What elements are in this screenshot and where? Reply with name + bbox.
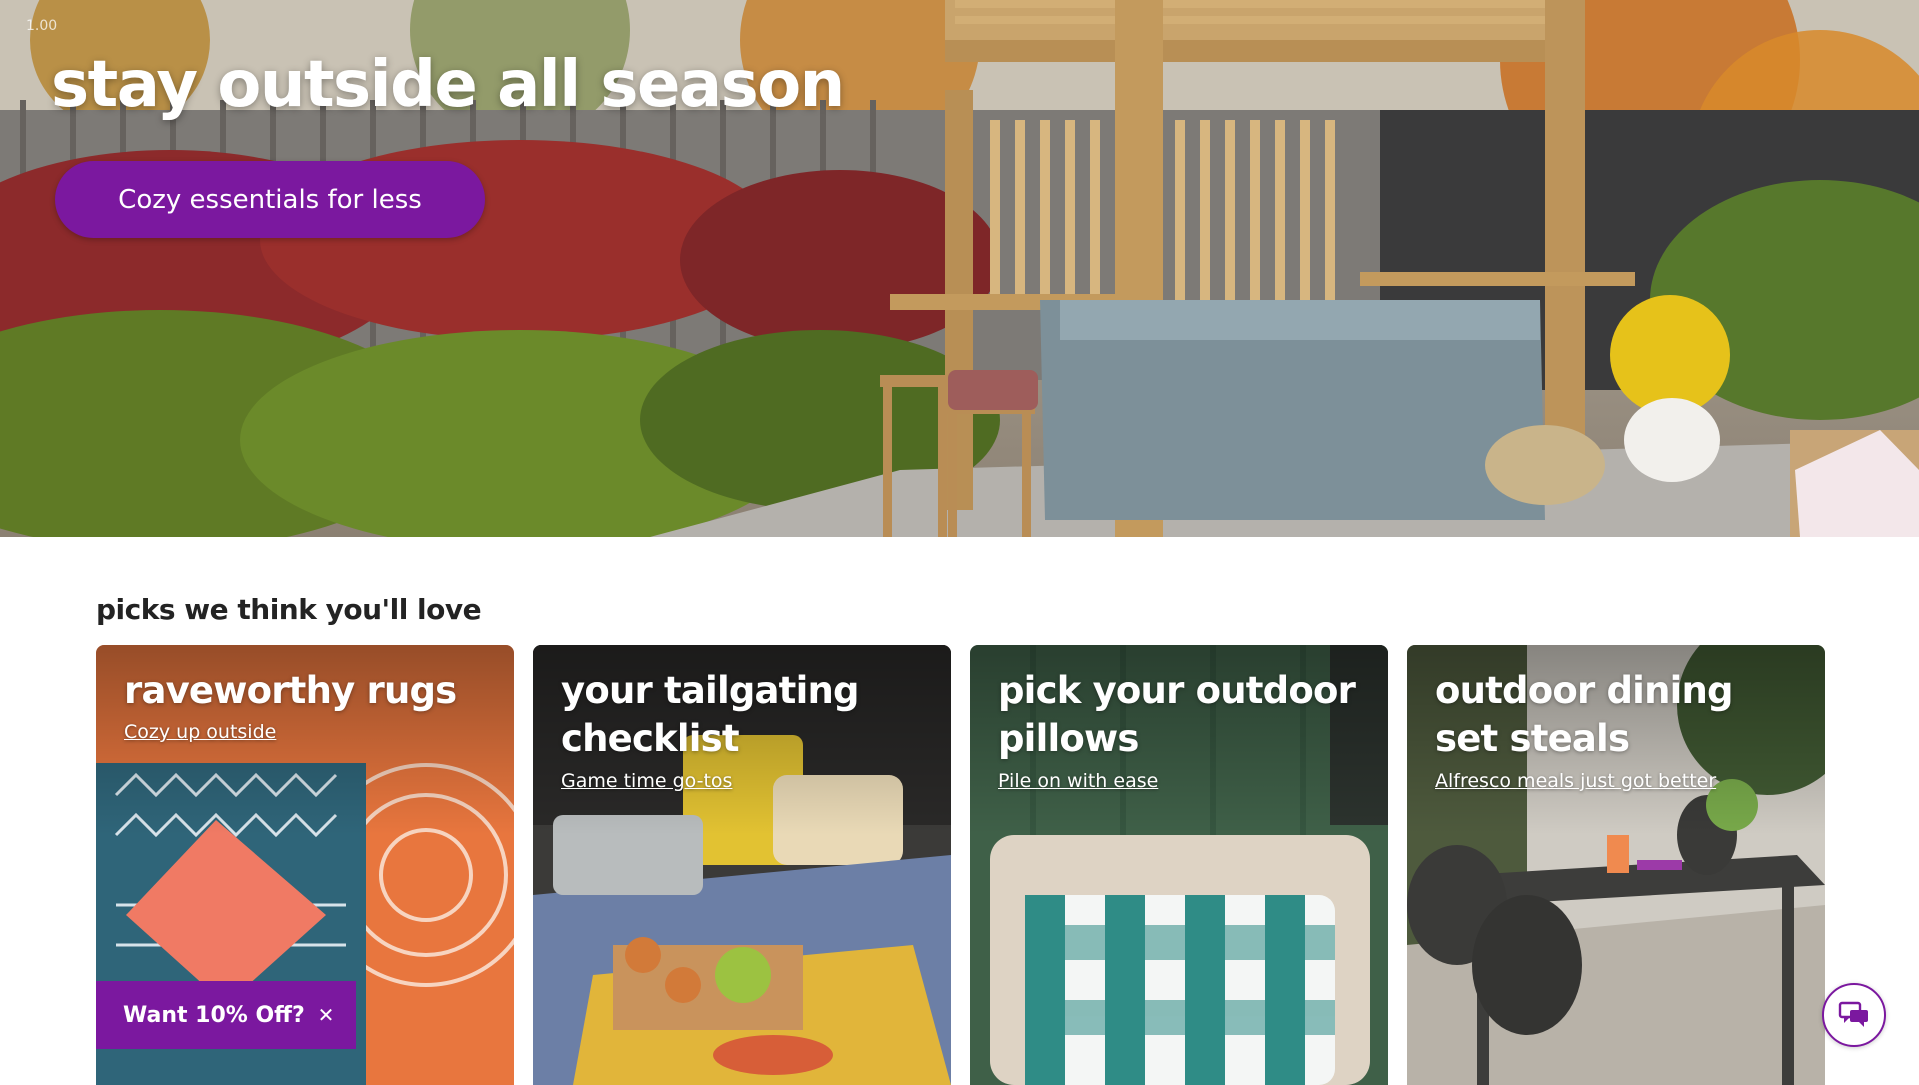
cozy-essentials-button[interactable]: Cozy essentials for less (55, 161, 485, 238)
promo-label: Want 10% Off? (123, 1002, 305, 1028)
card-link[interactable]: Pile on with ease (998, 770, 1158, 792)
card-link[interactable]: Alfresco meals just got better (1435, 770, 1716, 792)
close-icon[interactable]: ✕ (312, 1001, 340, 1029)
zoom-level-label: 1.00 (26, 18, 58, 34)
hero-banner[interactable]: 1.00 stay outside all season Cozy essent… (0, 0, 1919, 537)
card-outdoor-dining[interactable]: outdoor dining set steals Alfresco meals… (1407, 645, 1825, 1085)
card-link[interactable]: Cozy up outside (124, 721, 276, 743)
card-outdoor-pillows[interactable]: pick your outdoor pillows Pile on with e… (970, 645, 1388, 1085)
card-title: your tailgating checklist (561, 669, 859, 760)
card-title: outdoor dining set steals (1435, 669, 1734, 760)
card-title: pick your outdoor pillows (998, 669, 1356, 760)
card-title: raveworthy rugs (124, 669, 457, 712)
discount-promo-tab[interactable]: Want 10% Off? ✕ (96, 981, 356, 1049)
chat-bubbles-icon (1838, 1001, 1868, 1027)
hero-title: stay outside all season (51, 48, 845, 122)
chat-button[interactable] (1822, 983, 1886, 1047)
card-link[interactable]: Game time go-tos (561, 770, 732, 792)
picks-section-title: picks we think you'll love (96, 593, 482, 626)
card-tailgating-checklist[interactable]: your tailgating checklist Game time go-t… (533, 645, 951, 1085)
